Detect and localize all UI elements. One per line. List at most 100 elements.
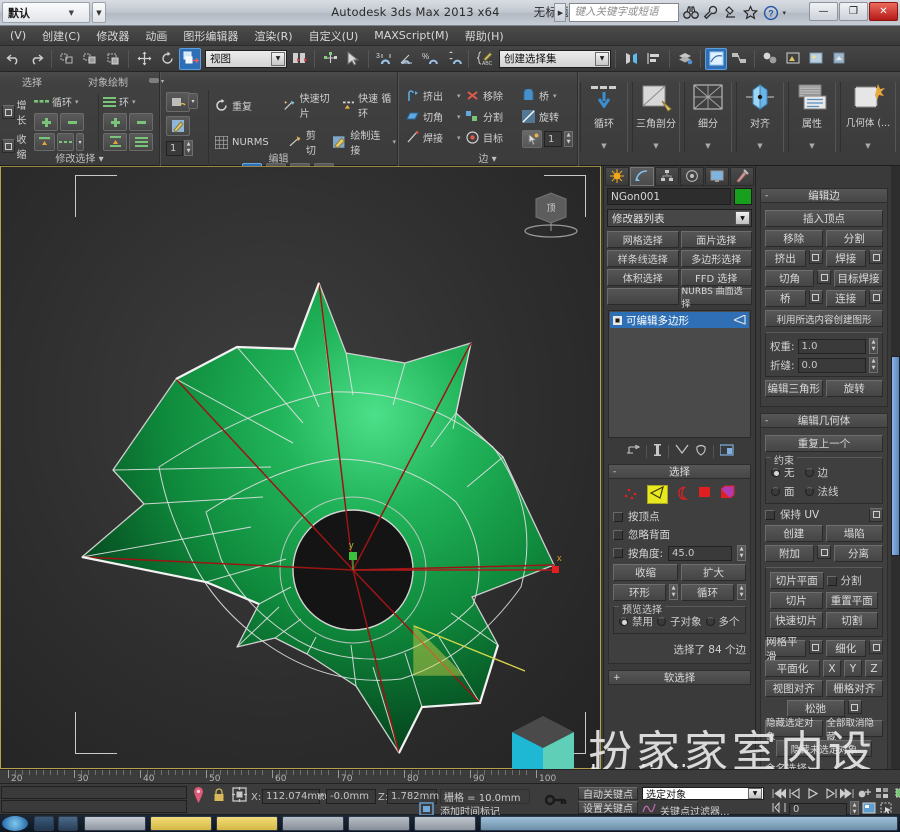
rollout-toggle-icon[interactable]: - <box>613 467 616 477</box>
ribbon-big-button-geometry[interactable]: 几何体 (... ▼ <box>840 82 896 152</box>
motion-tab[interactable] <box>680 166 704 186</box>
constraint-normal-radio[interactable] <box>804 487 814 496</box>
vertex-icon[interactable] <box>623 485 640 504</box>
bridge-settings-button[interactable] <box>808 290 823 304</box>
ribbon-weld-label[interactable]: 焊接 <box>423 130 453 145</box>
object-name-field[interactable]: NGon001 <box>607 188 731 205</box>
key-mode-icon[interactable] <box>544 793 567 810</box>
mesh-smooth-settings-button[interactable] <box>808 640 823 654</box>
rendered-frame-icon[interactable] <box>805 48 827 70</box>
curve-editor-icon[interactable] <box>705 47 727 70</box>
edge-select-mode-button[interactable] <box>522 130 542 148</box>
loop-dot-button[interactable] <box>56 133 75 151</box>
shrink-button[interactable]: 收缩 <box>613 564 678 581</box>
chevron-down-icon-sel[interactable]: ▼ <box>748 788 762 799</box>
collapse-button[interactable]: 塌陷 <box>825 525 883 542</box>
rollout-toggle-icon-eg[interactable]: - <box>765 416 768 426</box>
reset-plane-button[interactable]: 重置平面 <box>825 592 878 609</box>
preview-multi-radio[interactable] <box>705 617 715 626</box>
element-icon[interactable] <box>719 485 736 504</box>
constrain-lock-button[interactable] <box>166 92 190 112</box>
make-planar-button[interactable]: 平面化 <box>765 660 820 677</box>
weight-spinner[interactable]: ▲ ▼ <box>869 338 878 354</box>
split-checkbox[interactable] <box>826 575 837 586</box>
constraint-none-radio[interactable] <box>771 468 780 477</box>
view-align-button[interactable]: 视图对齐 <box>765 680 823 697</box>
by-angle-checkbox[interactable] <box>613 548 623 558</box>
redo-icon[interactable] <box>25 48 47 70</box>
crease-spinner[interactable]: ▲ ▼ <box>869 357 878 373</box>
slice-button[interactable]: 切片 <box>770 592 823 609</box>
ring-remove-button[interactable] <box>129 113 153 131</box>
zoom-extents-selected-icon[interactable] <box>893 787 900 802</box>
previous-frame-icon[interactable] <box>789 787 803 802</box>
chamfer-settings-button[interactable] <box>817 270 831 284</box>
ribbon-bridge-label[interactable]: 桥 <box>539 88 549 103</box>
rollout-toggle-icon-ee[interactable]: - <box>765 191 768 201</box>
paint-deform-button[interactable] <box>166 116 190 136</box>
ring-shift-button[interactable] <box>103 133 127 151</box>
hide-unselected-button[interactable]: 隐藏未选定对象 <box>776 740 872 757</box>
ribbon-quick-loop-label[interactable]: 快速 循环 <box>358 90 396 120</box>
grow-button-icon[interactable] <box>2 105 15 119</box>
preview-disabled-radio[interactable] <box>619 617 628 626</box>
modifier-button-spline-select[interactable]: 样条线选择 <box>607 250 679 267</box>
by-angle-spinner[interactable]: ▲ ▼ <box>737 545 746 561</box>
modify-tab[interactable] <box>630 166 654 186</box>
search-expand-button[interactable]: ▶ <box>554 3 567 22</box>
menu-item-animation[interactable]: 动画 <box>137 26 175 46</box>
tessellate-settings-button[interactable] <box>869 640 883 654</box>
modifier-stack[interactable]: 可编辑多边形 <box>608 310 751 438</box>
search-input[interactable]: 键入关键字或短语 <box>569 3 680 22</box>
ribbon-big-button-properties[interactable]: 属性 ▼ <box>788 82 836 152</box>
material-editor-icon[interactable] <box>759 48 781 70</box>
ribbon-quick-slice-label[interactable]: 快速切片 <box>300 90 335 120</box>
tessellate-button[interactable]: 细化 <box>825 640 866 657</box>
extrude-settings-button[interactable] <box>808 250 823 264</box>
layer-manager-icon[interactable] <box>674 48 696 70</box>
modifier-button-mesh-select[interactable]: 网格选择 <box>607 231 679 248</box>
ignore-backfacing-row[interactable]: 忽略背面 <box>613 527 746 542</box>
ribbon-panel-title-edges[interactable]: 边 ▾ <box>398 150 577 165</box>
chevron-down-icon-b4[interactable]: ▼ <box>757 142 762 150</box>
ring-spinner[interactable]: ▲ ▼ <box>669 584 678 600</box>
weight-field[interactable]: 1.0 <box>797 338 866 354</box>
render-production-icon[interactable] <box>828 48 850 70</box>
taskbar-item-3[interactable] <box>84 816 146 831</box>
key-mode-toggle-icon[interactable] <box>857 787 872 802</box>
weld-button[interactable]: 焊接 <box>825 250 866 267</box>
crease-field[interactable]: 0.0 <box>797 357 866 373</box>
select-rotate-icon[interactable] <box>156 48 178 70</box>
connect-settings-button[interactable] <box>869 290 883 304</box>
maximize-button[interactable]: ❐ <box>839 2 868 21</box>
ribbon-chamfer-label[interactable]: 切角 <box>423 109 453 124</box>
grow-button[interactable]: 扩大 <box>681 564 746 581</box>
mirror-icon[interactable] <box>620 48 642 70</box>
make-planar-y-button[interactable]: Y <box>844 660 862 677</box>
coord-x-field[interactable]: 112.074mm <box>262 789 327 804</box>
slice-plane-button[interactable]: 切片平面 <box>770 572 824 589</box>
constrain-more-button[interactable]: ▾ <box>188 93 198 109</box>
absolute-mode-icon[interactable] <box>232 787 247 805</box>
time-configuration-icon[interactable] <box>875 787 890 802</box>
time-ruler[interactable]: 20 30 40 50 60 70 80 90 100 <box>0 769 900 784</box>
named-selection-icon[interactable]: ABC <box>473 48 495 70</box>
connect-button[interactable]: 连接 <box>825 290 866 307</box>
pin-stack-icon[interactable] <box>626 444 640 459</box>
panel-scrollbar-thumb[interactable] <box>891 356 900 556</box>
unlink-icon[interactable] <box>79 48 101 70</box>
menu-item-modifiers[interactable]: 修改器 <box>88 26 137 46</box>
auto-key-button[interactable]: 自动关键点 <box>578 787 638 801</box>
select-scale-icon[interactable] <box>179 47 201 70</box>
chevron-down-icon-6[interactable]: ▾ <box>457 134 461 142</box>
go-to-start-icon[interactable] <box>772 787 787 802</box>
taskbar-item-7[interactable] <box>348 816 410 831</box>
modifier-list-combo[interactable]: 修改器列表 ▼ <box>607 209 752 227</box>
menu-item-create[interactable]: 创建(C) <box>34 26 88 46</box>
lock-icon[interactable] <box>213 788 225 805</box>
ribbon-big-button-triangulate[interactable]: 三角剖分 ▼ <box>632 82 680 152</box>
create-tab[interactable] <box>605 166 629 186</box>
insert-vertex-button[interactable]: 插入顶点 <box>765 210 883 227</box>
attach-button[interactable]: 附加 <box>765 545 814 562</box>
ring-lines-button[interactable] <box>129 133 153 151</box>
